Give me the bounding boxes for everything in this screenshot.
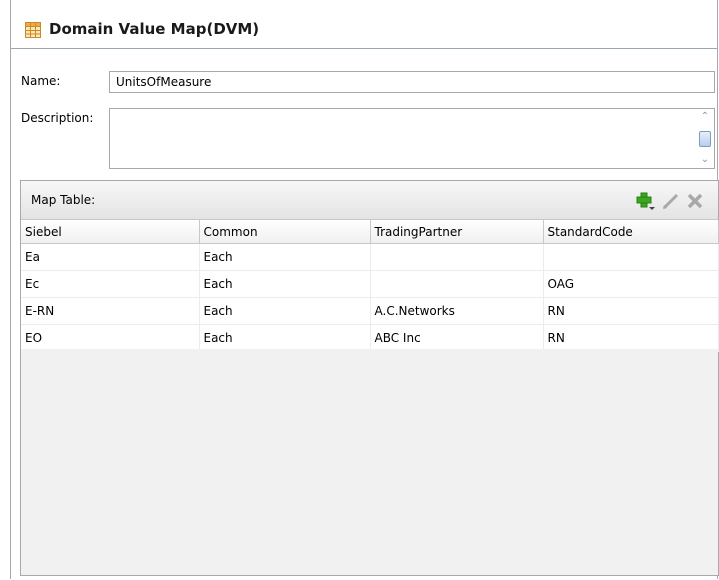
table-cell[interactable]: Each: [199, 324, 371, 352]
edit-pencil-icon[interactable]: [661, 191, 681, 211]
add-icon[interactable]: [635, 191, 655, 211]
table-icon: [25, 22, 41, 38]
table-cell[interactable]: Each: [199, 270, 371, 298]
table-empty-area[interactable]: [21, 349, 718, 575]
map-table: Siebel Common TradingPartner StandardCod…: [21, 220, 719, 352]
column-header-siebel[interactable]: Siebel: [21, 220, 200, 244]
table-cell[interactable]: [543, 243, 719, 271]
table-cell[interactable]: Each: [199, 243, 371, 271]
map-table-panel: Map Table: Siebel Common TradingPartner …: [20, 180, 719, 576]
table-row[interactable]: Ec Each OAG: [21, 270, 719, 298]
delete-icon[interactable]: [685, 191, 705, 211]
table-row[interactable]: Ea Each: [21, 243, 719, 271]
table-cell[interactable]: Ec: [21, 270, 200, 298]
table-cell[interactable]: A.C.Networks: [370, 297, 544, 325]
description-box: ⌃ ⌄: [109, 108, 715, 169]
map-table-label: Map Table:: [31, 193, 96, 207]
table-cell[interactable]: EO: [21, 324, 200, 352]
table-cell[interactable]: RN: [543, 324, 719, 352]
table-cell[interactable]: ABC Inc: [370, 324, 544, 352]
table-cell[interactable]: Each: [199, 297, 371, 325]
table-cell[interactable]: RN: [543, 297, 719, 325]
scroll-thumb[interactable]: [699, 131, 711, 147]
table-row[interactable]: EO Each ABC Inc RN: [21, 324, 719, 352]
map-table-toolbar: Map Table:: [21, 181, 718, 220]
scroll-down-icon[interactable]: ⌄: [698, 154, 712, 166]
name-label: Name:: [21, 74, 61, 88]
description-label: Description:: [21, 111, 94, 125]
table-cell[interactable]: [370, 270, 544, 298]
table-cell[interactable]: E-RN: [21, 297, 200, 325]
table-header-row: Siebel Common TradingPartner StandardCod…: [21, 220, 719, 244]
table-cell[interactable]: OAG: [543, 270, 719, 298]
table-row[interactable]: E-RN Each A.C.Networks RN: [21, 297, 719, 325]
page-title: Domain Value Map(DVM): [49, 20, 260, 38]
column-header-tradingpartner[interactable]: TradingPartner: [370, 220, 544, 244]
table-cell[interactable]: [370, 243, 544, 271]
scroll-up-icon[interactable]: ⌃: [698, 111, 712, 123]
name-field[interactable]: [109, 71, 715, 93]
description-field[interactable]: [110, 109, 696, 168]
column-header-common[interactable]: Common: [199, 220, 371, 244]
column-header-standardcode[interactable]: StandardCode: [543, 220, 719, 244]
table-cell[interactable]: Ea: [21, 243, 200, 271]
editor-header: Domain Value Map(DVM): [11, 0, 717, 49]
description-scrollbar[interactable]: ⌃ ⌄: [696, 109, 714, 168]
